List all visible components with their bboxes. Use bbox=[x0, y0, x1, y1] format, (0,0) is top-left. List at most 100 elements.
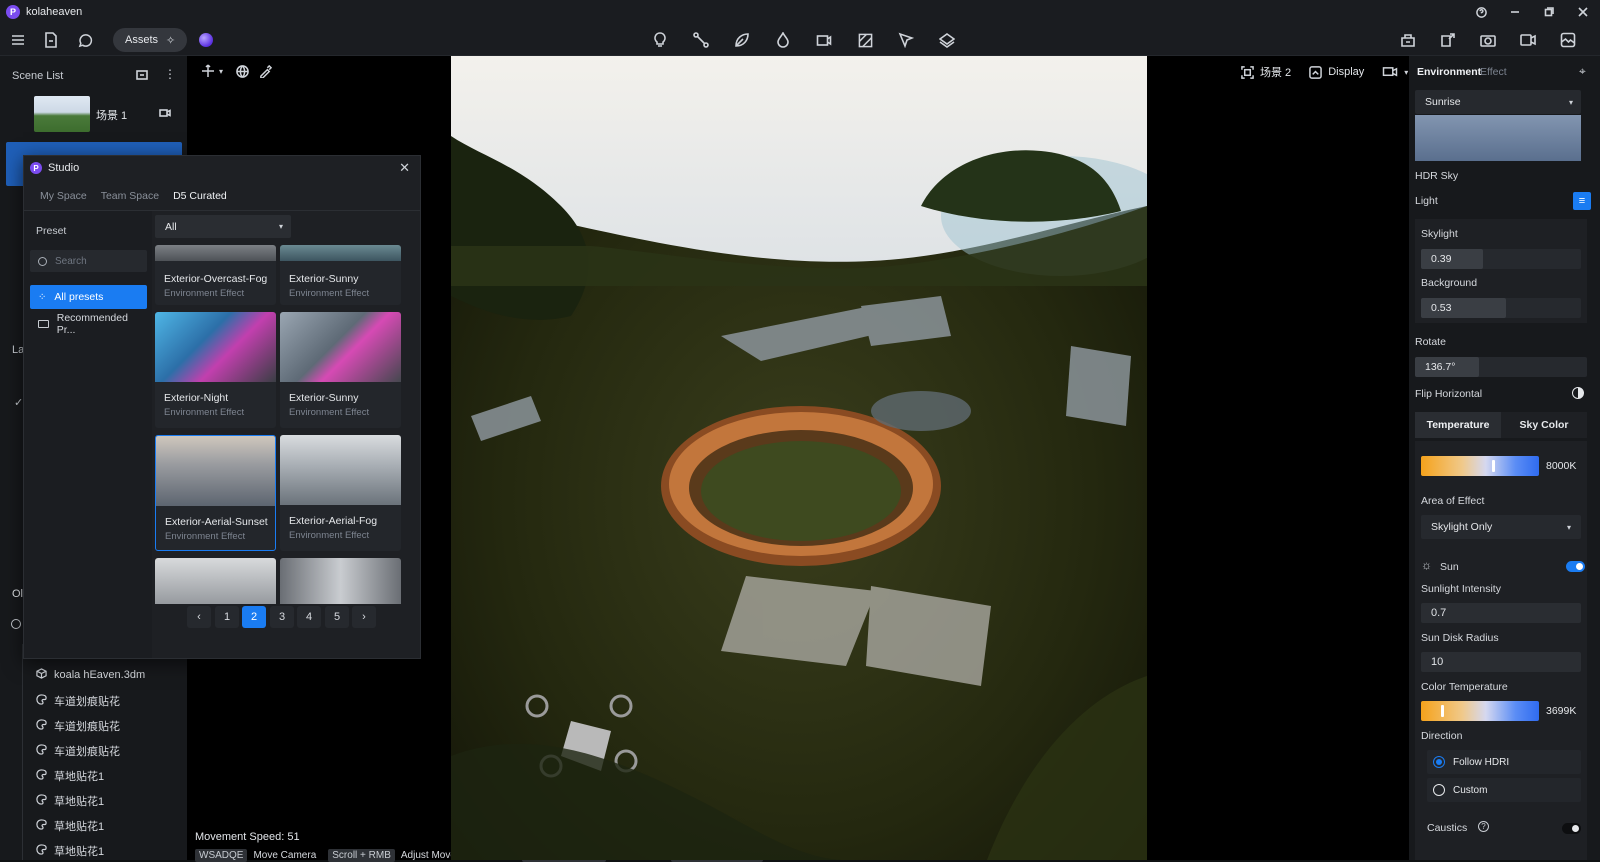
preset-card[interactable]: Exterior-Aerial-Fog Environment Effect bbox=[280, 435, 401, 551]
measure-icon[interactable] bbox=[896, 30, 916, 50]
panorama-icon[interactable] bbox=[1558, 30, 1578, 50]
tab-environment[interactable]: Environment bbox=[1417, 66, 1481, 78]
transform-tool[interactable]: ▾ bbox=[201, 64, 223, 78]
temperature-slider-handle[interactable] bbox=[1492, 460, 1495, 472]
tab-team-space[interactable]: Team Space bbox=[101, 190, 159, 202]
page-button[interactable]: 4 bbox=[297, 606, 321, 628]
area-of-effect-dropdown[interactable]: Skylight Only ▾ bbox=[1421, 515, 1581, 539]
display-icon[interactable] bbox=[1309, 65, 1323, 79]
display-button[interactable]: Display bbox=[1328, 66, 1364, 78]
flip-horizontal-toggle-icon[interactable] bbox=[1572, 387, 1584, 399]
view-mode-icon[interactable] bbox=[1382, 66, 1398, 79]
light-settings-icon[interactable]: ≡ bbox=[1573, 192, 1591, 210]
sunlight-intensity-field[interactable]: 0.7 bbox=[1421, 603, 1581, 623]
studio-logo-icon: P bbox=[30, 162, 42, 174]
layers-icon[interactable] bbox=[937, 30, 957, 50]
add-scene-icon[interactable] bbox=[136, 69, 148, 81]
outliner-item[interactable]: 草地贴花1 bbox=[36, 818, 104, 834]
outliner-item[interactable]: 车道划痕贴花 bbox=[36, 693, 120, 709]
preset-card-selected[interactable]: Exterior-Aerial-Sunset Environment Effec… bbox=[155, 435, 276, 551]
camera-icon[interactable] bbox=[1478, 30, 1498, 50]
more-icon[interactable]: ⋮ bbox=[164, 67, 176, 81]
preset-card[interactable]: Exterior-Sunny Environment Effect bbox=[280, 312, 401, 428]
page-button[interactable]: 5 bbox=[325, 606, 349, 628]
skylight-slider[interactable]: 0.39 bbox=[1421, 249, 1581, 269]
minimize-icon[interactable] bbox=[1498, 0, 1532, 24]
render-view[interactable] bbox=[451, 56, 1147, 860]
filter-dropdown[interactable]: All ▾ bbox=[155, 215, 291, 238]
preset-card[interactable] bbox=[155, 558, 276, 610]
sky-preset-dropdown[interactable]: Sunrise ▾ bbox=[1415, 90, 1581, 114]
tab-my-space[interactable]: My Space bbox=[40, 190, 87, 202]
background-value: 0.53 bbox=[1431, 302, 1452, 314]
video-cube-icon[interactable] bbox=[814, 30, 834, 50]
globe-icon[interactable] bbox=[236, 65, 249, 78]
outliner-item[interactable]: 车道划痕贴花 bbox=[36, 718, 120, 734]
background-slider[interactable]: 0.53 bbox=[1421, 298, 1581, 318]
color-temperature-handle[interactable] bbox=[1441, 705, 1444, 717]
tab-d5-curated[interactable]: D5 Curated bbox=[173, 190, 227, 202]
camera-icon[interactable] bbox=[159, 108, 171, 118]
light-bulb-icon[interactable] bbox=[650, 30, 670, 50]
info-icon[interactable]: ? bbox=[1478, 821, 1489, 832]
outliner-tree-line bbox=[22, 644, 23, 860]
sun-toggle[interactable] bbox=[1566, 561, 1585, 572]
caustics-toggle[interactable] bbox=[1562, 823, 1581, 834]
path-tool-icon[interactable] bbox=[691, 30, 711, 50]
tab-temperature[interactable]: Temperature bbox=[1415, 412, 1501, 438]
sky-preview[interactable] bbox=[1415, 115, 1581, 161]
frame-icon[interactable] bbox=[1241, 65, 1254, 79]
search-input[interactable]: Search bbox=[55, 256, 87, 267]
color-temperature-slider[interactable] bbox=[1421, 701, 1539, 721]
outliner-item[interactable]: 车道划痕贴花 bbox=[36, 743, 120, 759]
chat-icon[interactable] bbox=[76, 31, 94, 49]
menu-icon[interactable] bbox=[10, 32, 26, 48]
tab-sky-color[interactable]: Sky Color bbox=[1501, 412, 1587, 438]
preset-card[interactable]: Exterior-Overcast-Fog Environment Effect bbox=[155, 245, 276, 305]
outliner-item[interactable]: 草地贴花1 bbox=[36, 793, 104, 809]
outliner-item[interactable]: 草地贴花1 bbox=[36, 768, 104, 784]
ai-orb-icon[interactable] bbox=[199, 33, 213, 47]
help-icon[interactable] bbox=[1464, 0, 1498, 24]
leaf-icon[interactable] bbox=[732, 30, 752, 50]
water-drop-icon[interactable] bbox=[773, 30, 793, 50]
restore-icon[interactable] bbox=[1532, 0, 1566, 24]
pin-icon[interactable]: ⌖ bbox=[1579, 64, 1586, 79]
nav-recommended[interactable]: Recommended Pr... bbox=[30, 312, 147, 336]
outliner-item[interactable]: koala hEaven.3dm bbox=[36, 668, 145, 682]
eyedropper-icon[interactable] bbox=[259, 65, 272, 78]
camera-label[interactable]: 场景 2 bbox=[1260, 64, 1291, 80]
search-icon[interactable] bbox=[11, 619, 21, 629]
export-image-icon[interactable] bbox=[1438, 30, 1458, 50]
outliner-item[interactable]: 草地贴花1 bbox=[36, 843, 104, 859]
radio-selected-icon bbox=[1433, 756, 1445, 768]
check-icon[interactable]: ✓ bbox=[14, 396, 23, 409]
preset-card[interactable] bbox=[280, 558, 401, 610]
close-icon[interactable] bbox=[1566, 0, 1600, 24]
temperature-gradient-slider[interactable] bbox=[1421, 456, 1539, 476]
video-record-icon[interactable] bbox=[1518, 30, 1538, 50]
material-icon[interactable] bbox=[855, 30, 875, 50]
assets-button[interactable]: Assets ✧ bbox=[113, 28, 187, 52]
preset-card[interactable]: Exterior-Night Environment Effect bbox=[155, 312, 276, 428]
direction-custom[interactable]: Custom bbox=[1427, 778, 1581, 802]
scene-item[interactable]: 场景 1 bbox=[0, 92, 187, 136]
rotate-field[interactable]: 136.7° bbox=[1415, 357, 1587, 377]
close-icon[interactable]: ✕ bbox=[399, 160, 410, 176]
search-field[interactable]: Search bbox=[30, 250, 147, 272]
page-button[interactable]: 1 bbox=[215, 606, 239, 628]
preset-card[interactable]: Exterior-Sunny Environment Effect bbox=[280, 245, 401, 305]
page-button[interactable]: 3 bbox=[270, 606, 294, 628]
tab-effect[interactable]: Effect bbox=[1480, 66, 1507, 78]
sun-disk-radius-field[interactable]: 10 bbox=[1421, 652, 1581, 672]
page-button-current[interactable]: 2 bbox=[242, 606, 266, 628]
next-page-icon[interactable]: › bbox=[352, 606, 376, 628]
nav-all-presets[interactable]: ⁘ All presets bbox=[30, 285, 147, 309]
lock-save-icon[interactable] bbox=[1398, 30, 1418, 50]
direction-follow-hdri[interactable]: Follow HDRI bbox=[1427, 750, 1581, 774]
card-title: Exterior-Aerial-Sunset bbox=[165, 516, 268, 528]
sky-preset-value: Sunrise bbox=[1425, 96, 1461, 108]
prev-page-icon[interactable]: ‹ bbox=[187, 606, 211, 628]
background-label: Background bbox=[1421, 277, 1478, 289]
file-icon[interactable] bbox=[42, 31, 60, 49]
